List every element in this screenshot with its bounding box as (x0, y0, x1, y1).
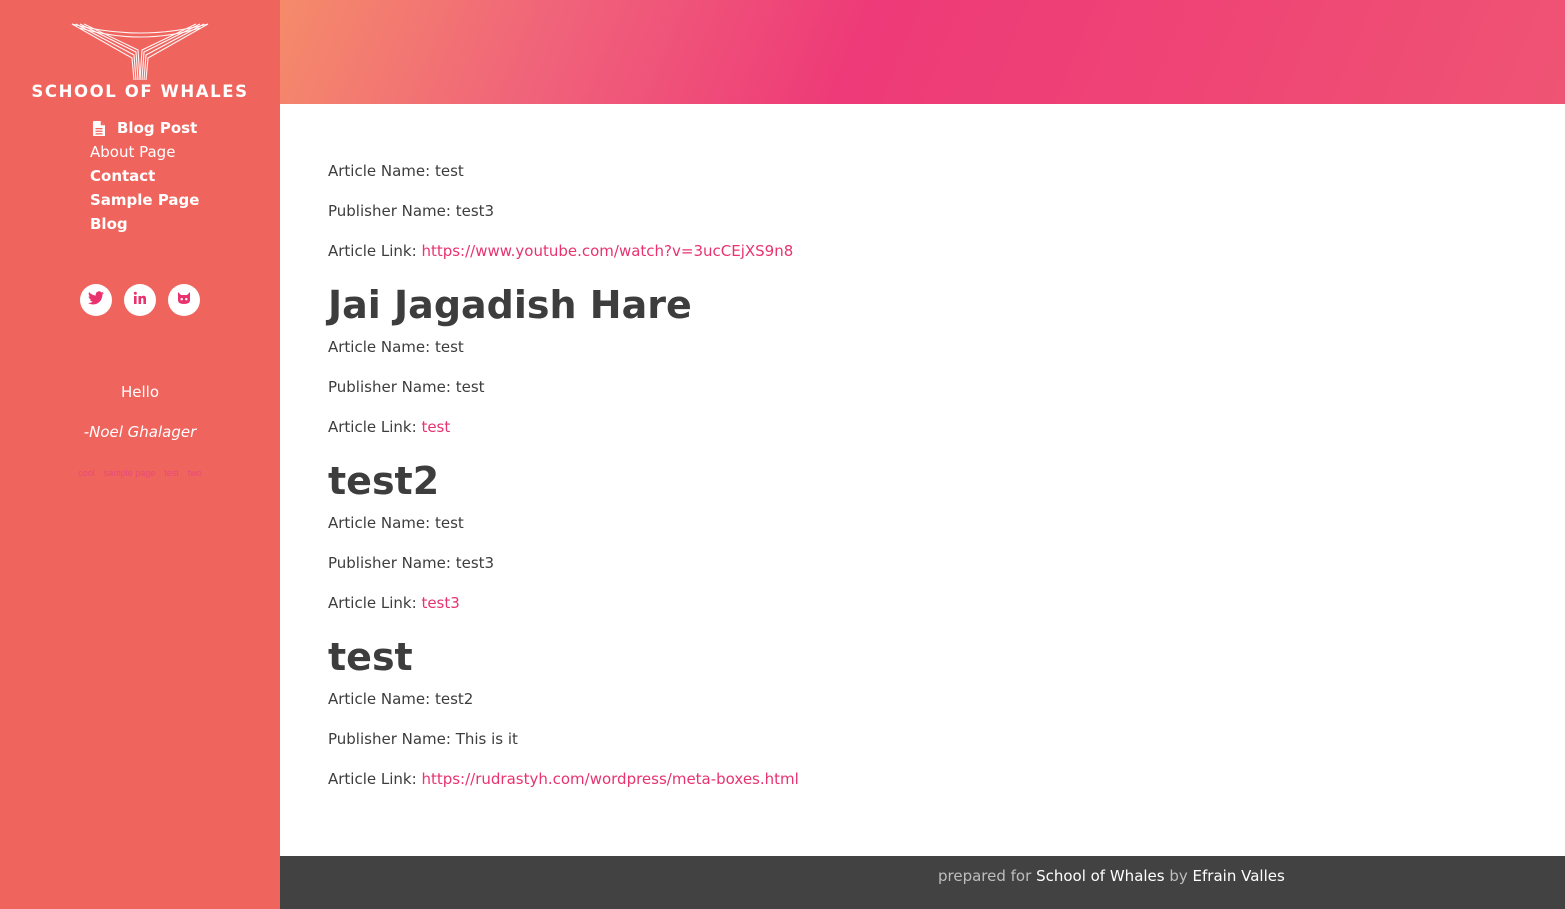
article-name-label: Article Name: (328, 338, 435, 356)
article-link-label: Article Link: (328, 594, 422, 612)
article-link-line: Article Link: https://rudrastyh.com/word… (328, 770, 799, 788)
article-name-line: Article Name: test (328, 162, 464, 180)
nav-item-blog[interactable]: Blog (90, 212, 199, 236)
post-title[interactable]: test (328, 638, 413, 676)
sidebar: SCHOOL OF WHALES Blog Post About Page Co… (0, 0, 280, 909)
sidebar-quote-author: -Noel Ghalager (83, 423, 197, 441)
article-link[interactable]: test (421, 418, 450, 436)
tag-link[interactable]: sample page (104, 468, 156, 478)
post-title[interactable]: test2 (328, 462, 439, 500)
nav-item-blog-post[interactable]: Blog Post (90, 116, 199, 140)
site-logo[interactable]: SCHOOL OF WHALES (0, 18, 280, 101)
tag-cloud: cool sample page test two (0, 468, 280, 478)
footer-site-link[interactable]: School of Whales (1036, 867, 1165, 885)
article-name-line: Article Name: test (328, 338, 464, 356)
linkedin-button[interactable] (124, 284, 156, 316)
sidebar-quote: Hello (120, 383, 160, 401)
nav-item-about-page[interactable]: About Page (90, 140, 199, 164)
publisher-name-value: test (455, 378, 485, 396)
publisher-name-label: Publisher Name: (328, 554, 456, 572)
article-name-label: Article Name: (328, 162, 435, 180)
post-title[interactable]: Jai Jagadish Hare (328, 286, 692, 324)
publisher-name-line: Publisher Name: This is it (328, 730, 518, 748)
twitter-button[interactable] (80, 284, 112, 316)
tag-link[interactable]: cool (78, 468, 95, 478)
github-button[interactable] (168, 284, 200, 316)
social-links (80, 284, 200, 316)
footer-author-link[interactable]: Efrain Valles (1193, 867, 1285, 885)
tag-link[interactable]: test (164, 468, 179, 478)
document-icon (93, 120, 105, 136)
nav-item-sample-page[interactable]: Sample Page (90, 188, 199, 212)
article-name-value: test (434, 162, 464, 180)
nav-item-label: Sample Page (90, 191, 200, 209)
article-link-line: Article Link: https://www.youtube.com/wa… (328, 242, 793, 260)
footer-by: by (1164, 867, 1193, 885)
article-link-label: Article Link: (328, 242, 422, 260)
github-icon (176, 291, 192, 310)
publisher-name-label: Publisher Name: (328, 730, 456, 748)
sidebar-nav: Blog Post About Page Contact Sample Page… (90, 116, 199, 236)
publisher-name-value: test3 (455, 554, 495, 572)
publisher-name-value: This is it (455, 730, 518, 748)
footer: prepared for School of Whales by Efrain … (280, 856, 1565, 909)
header-banner (280, 0, 1565, 104)
linkedin-icon (133, 291, 147, 310)
site-name: SCHOOL OF WHALES (31, 82, 249, 101)
whale-tail-logo-icon (71, 23, 209, 80)
publisher-name-line: Publisher Name: test3 (328, 202, 494, 220)
article-link-label: Article Link: (328, 770, 422, 788)
article-name-label: Article Name: (328, 690, 435, 708)
article-link-line: Article Link: test3 (328, 594, 460, 612)
article-link-label: Article Link: (328, 418, 422, 436)
publisher-name-label: Publisher Name: (328, 378, 456, 396)
nav-item-contact[interactable]: Contact (90, 164, 199, 188)
twitter-icon (88, 290, 104, 310)
tag-link[interactable]: two (188, 468, 202, 478)
article-name-label: Article Name: (328, 514, 435, 532)
article-name-line: Article Name: test (328, 514, 464, 532)
article-link[interactable]: https://rudrastyh.com/wordpress/meta-box… (421, 770, 798, 788)
article-link[interactable]: test3 (421, 594, 459, 612)
article-link-line: Article Link: test (328, 418, 450, 436)
footer-credit: prepared for School of Whales by Efrain … (938, 867, 1285, 885)
publisher-name-line: Publisher Name: test (328, 378, 485, 396)
article-name-value: test (434, 514, 464, 532)
article-name-value: test2 (434, 690, 474, 708)
article-name-line: Article Name: test2 (328, 690, 473, 708)
article-link[interactable]: https://www.youtube.com/watch?v=3ucCEjXS… (421, 242, 793, 260)
publisher-name-label: Publisher Name: (328, 202, 456, 220)
nav-item-label: Blog (90, 215, 128, 233)
nav-item-label: About Page (90, 143, 176, 161)
publisher-name-line: Publisher Name: test3 (328, 554, 494, 572)
nav-item-label: Contact (90, 167, 156, 185)
footer-prefix: prepared for (938, 867, 1037, 885)
publisher-name-value: test3 (455, 202, 495, 220)
article-name-value: test (434, 338, 464, 356)
nav-item-label: Blog Post (117, 119, 198, 137)
